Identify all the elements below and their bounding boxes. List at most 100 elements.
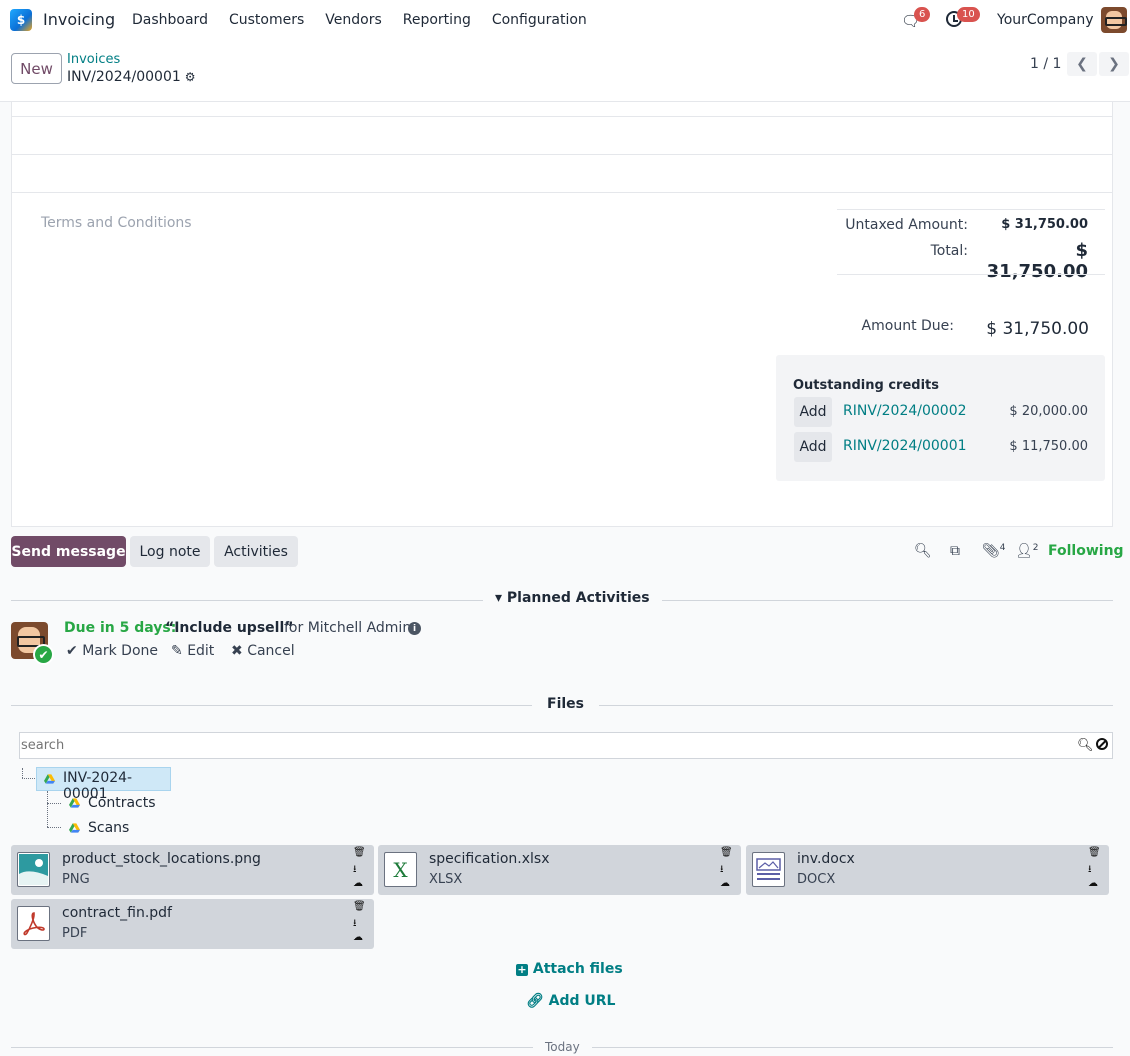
- line-divider: [12, 154, 1112, 155]
- total-label: Total:: [930, 243, 968, 259]
- followers-button[interactable]: 👤︎2: [1015, 543, 1039, 559]
- menu-dashboard[interactable]: Dashboard: [132, 12, 208, 28]
- download-icon[interactable]: ⭳: [353, 916, 357, 933]
- add-credit-button[interactable]: Add: [794, 432, 832, 462]
- cloud-icon[interactable]: ☁: [353, 932, 363, 943]
- trash-icon[interactable]: 🗑︎: [353, 847, 366, 858]
- add-credit-button[interactable]: Add: [794, 397, 832, 427]
- info-icon[interactable]: i: [408, 622, 421, 635]
- cloud-icon[interactable]: ☁: [353, 878, 363, 889]
- attachment-card[interactable]: product_stock_locations.png PNG 🗑︎ ⭳ ☁: [11, 845, 374, 895]
- credit-amount: $ 20,000.00: [1009, 404, 1088, 419]
- attach-files-button[interactable]: + Attach files: [516, 961, 623, 977]
- download-icon[interactable]: ⭳: [353, 862, 357, 879]
- download-icon[interactable]: ⭳: [1088, 862, 1092, 879]
- file-type: PNG: [62, 872, 90, 887]
- cancel-label: Cancel: [247, 643, 295, 659]
- folder-tree-root[interactable]: INV-2024-00001: [36, 767, 171, 802]
- folder-name: Contracts: [88, 795, 156, 811]
- clear-search-icon[interactable]: [1096, 738, 1108, 750]
- app-name[interactable]: Invoicing: [43, 10, 115, 29]
- terms-and-conditions-field[interactable]: Terms and Conditions: [41, 215, 192, 231]
- expand-chatter-icon[interactable]: ⧉: [950, 543, 960, 559]
- send-message-button[interactable]: Send message: [11, 536, 126, 567]
- google-drive-icon: [69, 823, 80, 833]
- activity-summary: “Include upsell”: [165, 620, 294, 636]
- search-icon[interactable]: 🔍︎: [914, 543, 932, 559]
- breadcrumb-invoices[interactable]: Invoices: [67, 52, 120, 67]
- activity-due: Due in 5 days:: [64, 620, 177, 636]
- cloud-icon[interactable]: ☁: [1088, 878, 1098, 889]
- pager-previous-button[interactable]: ❮: [1067, 52, 1097, 76]
- outstanding-credits-panel: Outstanding credits Add RINV/2024/00002 …: [776, 355, 1105, 481]
- edit-activity-button[interactable]: ✎ Edit: [171, 643, 214, 659]
- paperclip-icon: 📎︎: [982, 543, 1000, 559]
- caret-down-icon: ▾: [495, 590, 503, 606]
- image-file-icon: [17, 852, 50, 887]
- attachment-card[interactable]: inv.docx DOCX 🗑︎ ⭳ ☁: [746, 845, 1109, 895]
- google-drive-icon: [69, 798, 80, 808]
- untaxed-amount-label: Untaxed Amount:: [845, 217, 968, 233]
- menu-customers[interactable]: Customers: [229, 12, 304, 28]
- download-icon[interactable]: ⭳: [720, 862, 724, 879]
- activities-button[interactable]: Activities: [214, 536, 298, 567]
- spreadsheet-file-icon: X: [384, 852, 417, 887]
- files-search-input[interactable]: [20, 733, 1070, 758]
- company-switcher[interactable]: YourCompany: [997, 12, 1094, 28]
- outstanding-credits-title: Outstanding credits: [793, 378, 939, 393]
- pdf-file-icon: [17, 906, 50, 941]
- gear-icon[interactable]: ⚙: [185, 70, 196, 84]
- attach-files-label: Attach files: [532, 961, 623, 977]
- planned-activities-toggle[interactable]: ▾ Planned Activities: [483, 590, 662, 606]
- amount-due-label: Amount Due:: [861, 318, 954, 334]
- add-url-button[interactable]: 🔗︎ Add URL: [526, 993, 615, 1009]
- pencil-icon: ✎: [171, 643, 183, 659]
- log-note-button[interactable]: Log note: [130, 536, 210, 567]
- plus-square-icon: +: [516, 963, 528, 976]
- top-navbar: $ Invoicing Dashboard Customers Vendors …: [0, 0, 1130, 40]
- messages-badge: 6: [914, 7, 931, 22]
- check-circle-icon: ✔: [33, 644, 54, 665]
- trash-icon[interactable]: 🗑︎: [1088, 847, 1101, 858]
- trash-icon[interactable]: 🗑︎: [353, 901, 366, 912]
- credit-amount: $ 11,750.00: [1009, 439, 1088, 454]
- menu-vendors[interactable]: Vendors: [325, 12, 381, 28]
- chevron-right-icon: ❯: [1108, 56, 1120, 72]
- followers-count: 2: [1032, 543, 1039, 553]
- control-panel: New Invoices INV/2024/00001 ⚙ 1 / 1 ❮ ❯: [0, 40, 1130, 102]
- tree-connector: [47, 791, 48, 827]
- mark-done-button[interactable]: ✔ Mark Done: [66, 643, 158, 659]
- user-avatar[interactable]: [1101, 7, 1127, 33]
- total-value: $ 31,750.00: [986, 240, 1088, 282]
- files-search-box: 🔍︎: [19, 732, 1113, 759]
- invoicing-app-icon[interactable]: $: [10, 9, 32, 31]
- line-divider: [12, 192, 1112, 193]
- file-name: specification.xlsx: [429, 851, 550, 867]
- credit-link[interactable]: RINV/2024/00001: [843, 438, 967, 454]
- new-button[interactable]: New: [11, 53, 62, 84]
- cloud-icon[interactable]: ☁: [720, 878, 730, 889]
- menu-configuration[interactable]: Configuration: [492, 12, 587, 28]
- file-type: DOCX: [797, 872, 836, 887]
- pager-value[interactable]: 1 / 1: [1030, 56, 1061, 72]
- pager-next-button[interactable]: ❯: [1099, 52, 1129, 76]
- invoice-form-sheet: Terms and Conditions Untaxed Amount: $ 3…: [11, 102, 1113, 527]
- cancel-activity-button[interactable]: ✖ Cancel: [231, 643, 295, 659]
- following-button[interactable]: Following: [1048, 543, 1124, 559]
- link-icon: 🔗︎: [526, 993, 544, 1009]
- folder-name: Scans: [88, 820, 130, 836]
- trash-icon[interactable]: 🗑︎: [720, 847, 733, 858]
- attachment-card[interactable]: contract_fin.pdf PDF 🗑︎ ⭳ ☁: [11, 899, 374, 949]
- credit-link[interactable]: RINV/2024/00002: [843, 403, 967, 419]
- attachment-card[interactable]: X specification.xlsx XLSX 🗑︎ ⭳ ☁: [378, 845, 741, 895]
- amount-due-value: $ 31,750.00: [986, 319, 1089, 339]
- chatter-toolbar: Send message Log note Activities 🔍︎ ⧉ 📎︎…: [0, 536, 1130, 568]
- user-icon: 👤︎: [1015, 543, 1033, 559]
- menu-reporting[interactable]: Reporting: [403, 12, 471, 28]
- main-menu: Dashboard Customers Vendors Reporting Co…: [132, 12, 587, 28]
- search-icon[interactable]: 🔍︎: [1077, 738, 1094, 753]
- attachments-button[interactable]: 📎︎4: [982, 543, 1006, 559]
- add-url-label: Add URL: [548, 993, 616, 1009]
- google-drive-icon: [44, 774, 55, 784]
- file-type: PDF: [62, 926, 88, 941]
